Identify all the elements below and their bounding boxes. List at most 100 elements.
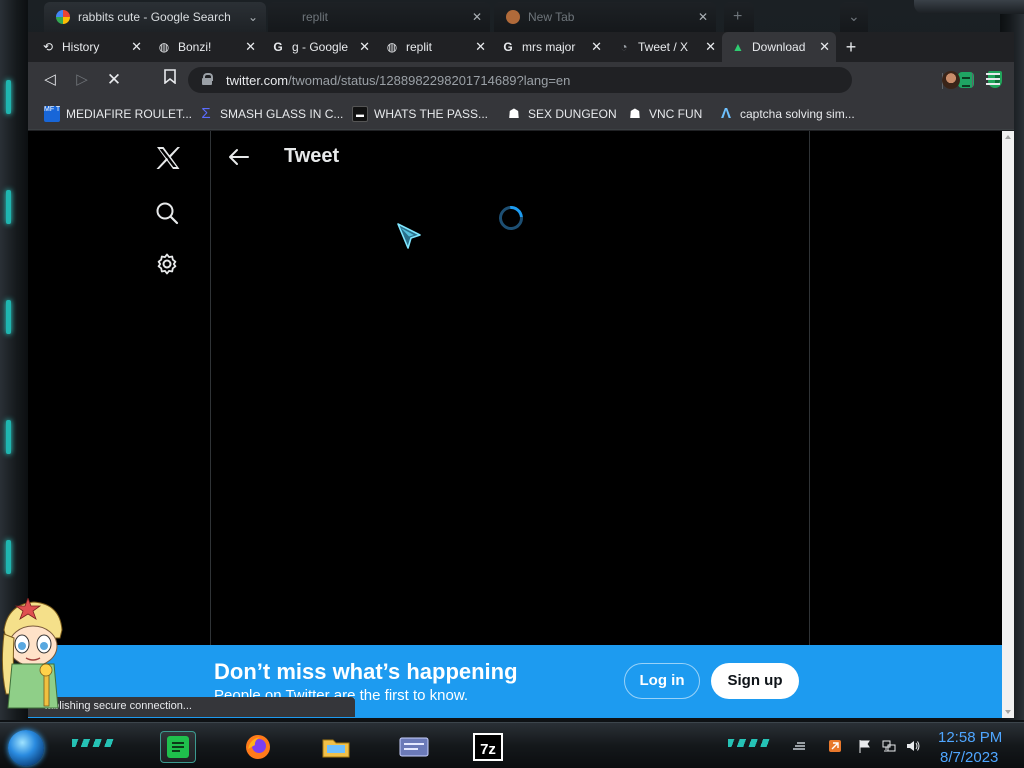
page-scrollbar[interactable]	[1002, 131, 1014, 718]
settings-gear-icon[interactable]	[155, 252, 179, 276]
volume-icon[interactable]	[906, 739, 920, 753]
arc-icon: ▲	[732, 40, 744, 54]
scroll-up-arrow[interactable]	[1005, 135, 1011, 139]
close-icon[interactable]: ✕	[705, 39, 716, 55]
bookmark-captcha[interactable]: Λ captcha solving sim...	[716, 104, 855, 124]
bookmark-smash-glass[interactable]: Σ SMASH GLASS IN C...	[196, 104, 343, 124]
forward-icon[interactable]: ▷	[70, 69, 94, 91]
url-text[interactable]: twitter.com/twomad/status/12889822982017…	[226, 73, 570, 88]
tab-replit[interactable]: ◍ replit ✕	[376, 32, 492, 62]
toolbar-divider	[972, 73, 973, 87]
loading-icon: ◔	[620, 40, 628, 54]
tab-tweet[interactable]: ◔ Tweet / X ✕	[608, 32, 722, 62]
banner-title: Don’t miss what’s happening	[214, 659, 518, 684]
lambda-icon: Λ	[720, 105, 731, 122]
close-icon[interactable]: ✕	[359, 39, 370, 55]
bookmark-label: SEX DUNGEON	[528, 107, 617, 121]
tab-download[interactable]: ▲ Download ✕	[722, 32, 836, 62]
close-icon[interactable]: ✕	[819, 39, 830, 55]
taskbar-app-control-panel[interactable]	[396, 731, 432, 763]
taskbar-app-firefox[interactable]	[240, 731, 276, 763]
background-tab[interactable]: New Tab ✕	[494, 2, 716, 32]
tab-label: replit	[406, 40, 433, 54]
close-icon[interactable]: ✕	[698, 10, 708, 24]
bookmark-icon[interactable]	[158, 69, 182, 91]
app-tray-icon[interactable]	[828, 739, 842, 753]
bookmark-whats-the-pass[interactable]: ▬ WHATS THE PASS...	[350, 104, 488, 124]
background-tab[interactable]: replit ✕	[268, 2, 490, 32]
bookmark-shape	[164, 69, 176, 85]
bookmark-label: VNC FUN	[649, 107, 703, 121]
tab-mrs-major[interactable]: G mrs major ✕	[492, 32, 608, 62]
bookmark-mediafire[interactable]: MF T MEDIAFIRE ROULET...	[42, 104, 192, 124]
tab-google[interactable]: G g - Google ✕	[262, 32, 376, 62]
menu-icon[interactable]	[986, 73, 1000, 85]
page-icon: ▬	[352, 106, 368, 122]
bookmark-label: captcha solving sim...	[740, 107, 855, 121]
show-hidden-icons[interactable]	[792, 739, 806, 753]
new-tab-button[interactable]: +	[840, 36, 862, 58]
tab-label: Download	[752, 40, 806, 54]
globe-icon: ◍	[158, 40, 170, 54]
7zip-icon: 7z	[473, 733, 503, 761]
mouse-cursor-icon	[397, 223, 421, 249]
background-tab-label: replit	[302, 10, 329, 24]
back-icon[interactable]: ◁	[38, 69, 62, 91]
clock-time[interactable]: 12:58 PM	[938, 729, 1002, 746]
bookmark-vnc-fun[interactable]: ☗ VNC FUN	[625, 104, 702, 124]
close-icon[interactable]: ✕	[472, 10, 482, 24]
start-button[interactable]	[8, 730, 44, 766]
folder-icon	[322, 739, 350, 758]
stop-loading-icon[interactable]: ✕	[102, 69, 126, 91]
profile-avatar[interactable]	[942, 71, 960, 89]
clock-date[interactable]: 8/7/2023	[940, 749, 998, 766]
tab-label: mrs major	[522, 40, 576, 54]
browser-toolbar: ◁ ▷ ✕ twitter.com/twomad/status/12889822…	[28, 62, 1014, 98]
bookmark-label: WHATS THE PASS...	[374, 107, 489, 121]
network-icon[interactable]	[882, 739, 896, 753]
signup-button[interactable]: Sign up	[711, 663, 799, 699]
taskbar-app-notes[interactable]	[160, 731, 196, 763]
window-frame-corner	[914, 0, 1024, 14]
tab-strip: ⟲ History ✕ ◍ Bonzi! ✕ G g - Google ✕ ◍ …	[28, 32, 1014, 62]
new-tab-icon[interactable]: +	[724, 2, 754, 32]
google-icon	[56, 10, 70, 24]
frame-light	[6, 80, 11, 114]
close-icon[interactable]: ✕	[245, 39, 256, 55]
address-bar[interactable]: twitter.com/twomad/status/12889822982017…	[188, 67, 1002, 93]
background-tab-label: rabbits cute - Google Search	[78, 10, 231, 24]
x-logo-icon[interactable]	[154, 144, 182, 172]
login-button[interactable]: Log in	[624, 663, 700, 699]
taskbar-app-explorer[interactable]	[318, 731, 354, 763]
frame-light	[6, 190, 11, 224]
back-arrow-icon[interactable]	[228, 147, 250, 167]
bookmarks-bar: MF T MEDIAFIRE ROULET... Σ SMASH GLASS I…	[28, 98, 1014, 130]
background-tab-label: New Tab	[528, 10, 575, 24]
firefox-icon	[506, 10, 520, 24]
close-icon[interactable]: ✕	[131, 39, 142, 55]
history-icon: ⟲	[42, 40, 54, 54]
mediafire-icon: MF T	[44, 106, 60, 122]
firefox-icon	[246, 735, 270, 759]
flag-icon[interactable]	[858, 739, 872, 753]
scroll-down-arrow[interactable]	[1005, 710, 1011, 714]
page-title: Tweet	[284, 145, 340, 167]
tab-bonzi[interactable]: ◍ Bonzi! ✕	[148, 32, 262, 62]
search-icon[interactable]	[155, 201, 179, 225]
background-tab[interactable]: rabbits cute - Google Search ⌄	[44, 2, 266, 32]
chevron-down-icon[interactable]: ⌄	[840, 2, 868, 32]
chevron-down-icon[interactable]: ⌄	[248, 10, 258, 24]
close-icon[interactable]: ✕	[591, 39, 602, 55]
twitter-main-column: Tweet	[212, 131, 810, 718]
background-window-tabs: rabbits cute - Google Search ⌄ replit ✕ …	[0, 0, 1024, 32]
taskbar: 7z 12:58 PM 8/7/2023	[0, 722, 1024, 768]
taskbar-lights	[728, 739, 772, 747]
tab-history[interactable]: ⟲ History ✕	[32, 32, 148, 62]
bookmark-sex-dungeon[interactable]: ☗ SEX DUNGEON	[504, 104, 617, 124]
taskbar-app-7zip[interactable]: 7z	[470, 731, 506, 763]
status-bubble: tablishing secure connection...	[28, 697, 355, 717]
lock-icon	[202, 73, 213, 85]
close-icon[interactable]: ✕	[475, 39, 486, 55]
desktop: rabbits cute - Google Search ⌄ replit ✕ …	[0, 0, 1024, 768]
tab-label: g - Google	[292, 40, 349, 54]
